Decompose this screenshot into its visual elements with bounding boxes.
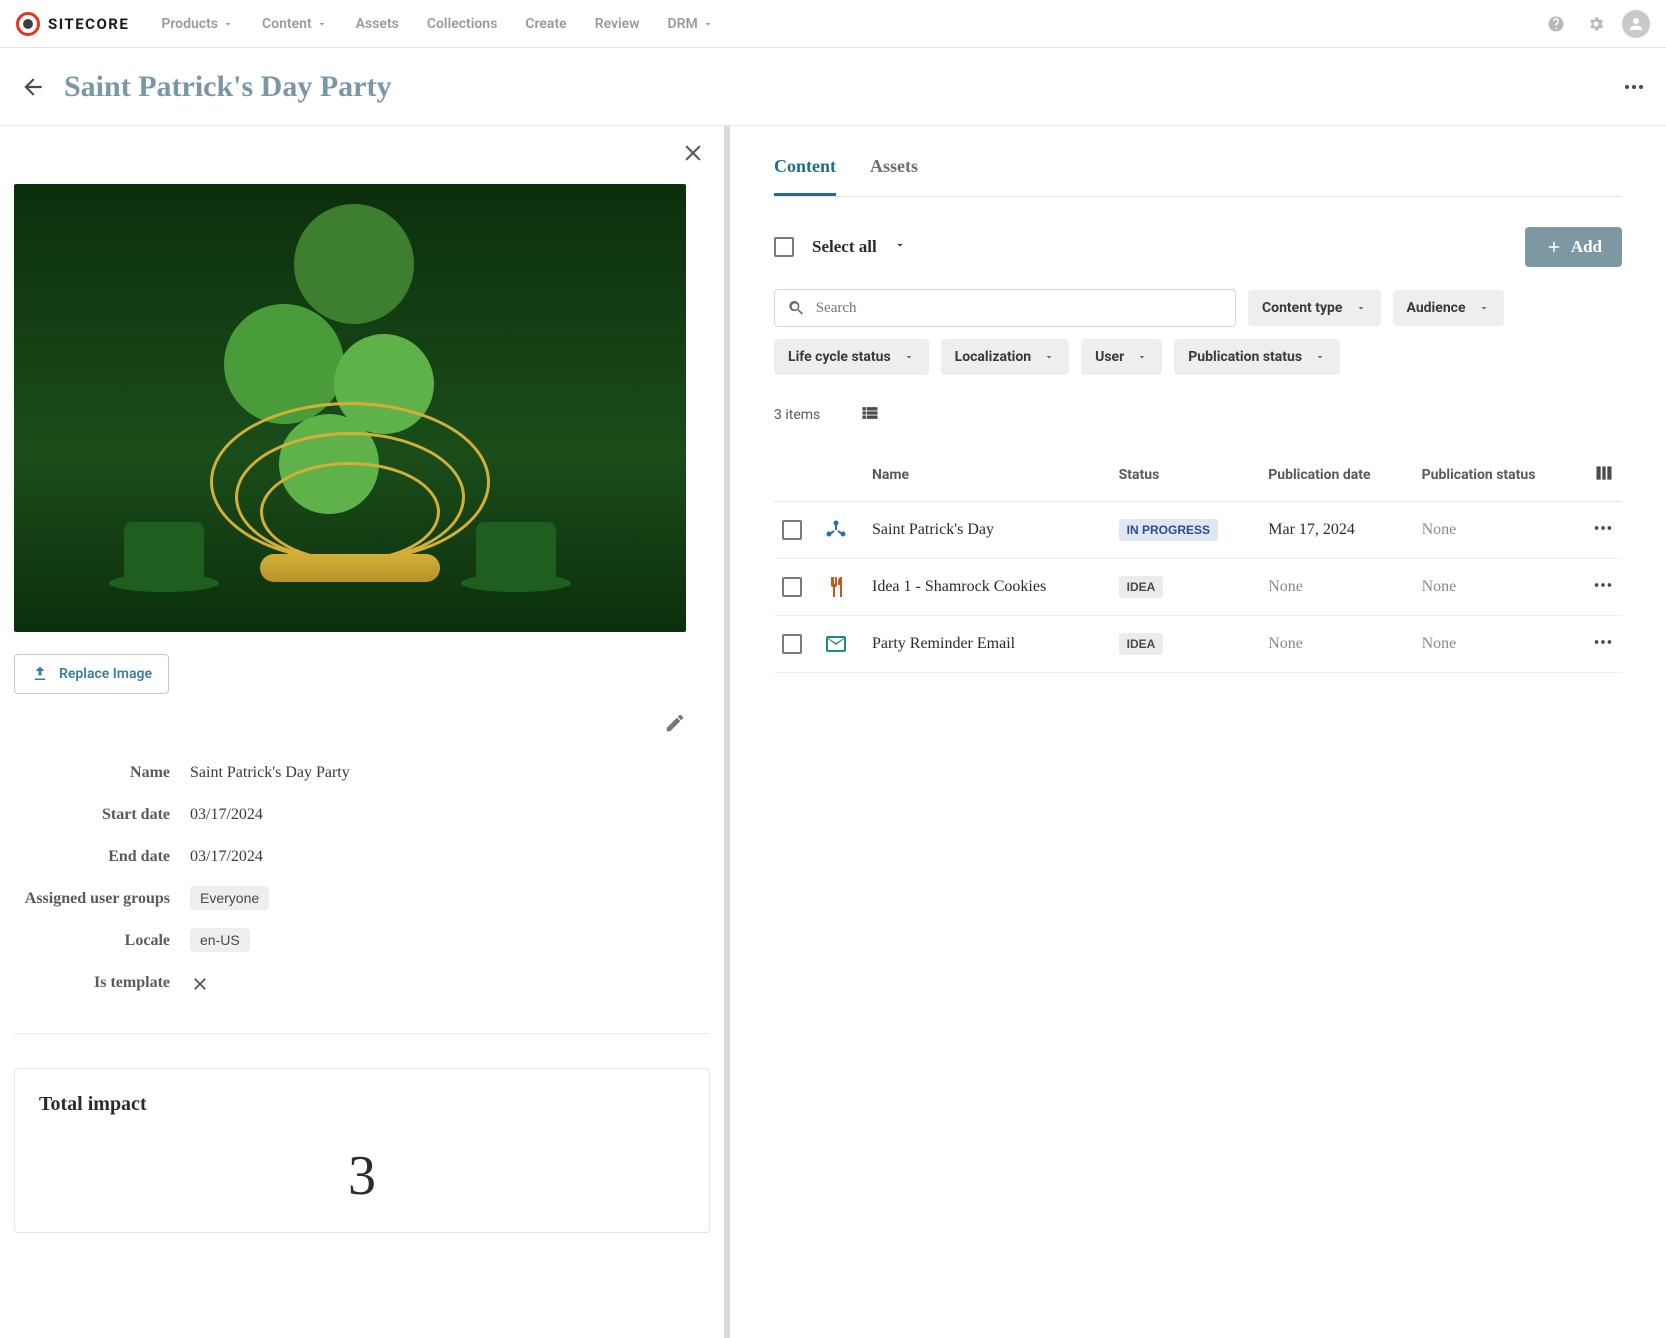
detail-label-end: End date — [14, 848, 190, 866]
row-status-badge: IDEA — [1119, 576, 1164, 598]
col-status: Status — [1111, 449, 1261, 502]
row-checkbox[interactable] — [782, 520, 802, 540]
items-count: 3 items — [774, 407, 820, 423]
impact-value: 3 — [39, 1144, 685, 1208]
close-panel-icon[interactable] — [680, 140, 706, 170]
detail-label-groups: Assigned user groups — [14, 890, 190, 908]
detail-value-start: 03/17/2024 — [190, 806, 263, 824]
filter-audience[interactable]: Audience — [1393, 290, 1504, 326]
col-pubdate: Publication date — [1260, 449, 1413, 502]
row-name: Saint Patrick's Day — [864, 502, 1111, 559]
back-button[interactable] — [20, 74, 46, 100]
row-pubdate: Mar 17, 2024 — [1260, 502, 1413, 559]
detail-value-name: Saint Patrick's Day Party — [190, 764, 350, 782]
details-section: Name Saint Patrick's Day Party Start dat… — [14, 752, 710, 1011]
tab-content[interactable]: Content — [774, 156, 836, 196]
table-row[interactable]: Idea 1 - Shamrock Cookies IDEA NoneNone — [774, 559, 1622, 616]
row-more-button[interactable] — [1592, 640, 1614, 657]
table-row[interactable]: Party Reminder Email IDEA NoneNone — [774, 616, 1622, 673]
row-pubstatus: None — [1414, 616, 1582, 673]
column-settings-icon[interactable] — [1594, 471, 1614, 487]
row-type-icon — [822, 630, 850, 658]
replace-image-label: Replace Image — [59, 666, 152, 682]
row-type-icon — [822, 573, 850, 601]
brand-logo[interactable]: SITECORE — [16, 12, 129, 36]
tab-assets[interactable]: Assets — [870, 156, 918, 196]
nav-link-assets[interactable]: Assets — [356, 16, 399, 32]
detail-value-groups: Everyone — [190, 886, 269, 910]
search-input[interactable] — [816, 300, 1223, 317]
table-row[interactable]: Saint Patrick's Day IN PROGRESS Mar 17, 20… — [774, 502, 1622, 559]
row-pubdate: None — [1260, 616, 1413, 673]
nav-link-collections[interactable]: Collections — [427, 16, 497, 32]
add-button-label: Add — [1571, 237, 1602, 257]
col-pubstatus: Publication status — [1414, 449, 1582, 502]
left-panel: Replace Image Name Saint Patrick's Day P… — [0, 126, 730, 1338]
search-icon — [787, 298, 806, 318]
add-button[interactable]: Add — [1525, 227, 1622, 267]
filter-user[interactable]: User — [1081, 339, 1162, 375]
row-checkbox[interactable] — [782, 577, 802, 597]
sitecore-logo-icon — [16, 12, 40, 36]
page-more-button[interactable] — [1622, 75, 1646, 99]
nav-link-review[interactable]: Review — [595, 16, 640, 32]
filter-content-type[interactable]: Content type — [1248, 290, 1381, 326]
help-icon[interactable] — [1542, 10, 1570, 38]
main-split: Replace Image Name Saint Patrick's Day P… — [0, 126, 1666, 1338]
detail-label-template: Is template — [14, 974, 190, 992]
detail-label-locale: Locale — [14, 932, 190, 950]
row-type-icon — [822, 516, 850, 544]
detail-value-template-false-icon — [190, 974, 210, 999]
filter-localization[interactable]: Localization — [941, 339, 1069, 375]
page-title: Saint Patrick's Day Party — [64, 70, 391, 104]
user-avatar-icon[interactable] — [1622, 10, 1650, 38]
row-pubstatus: None — [1414, 559, 1582, 616]
col-name: Name — [864, 449, 1111, 502]
upload-icon — [31, 665, 49, 683]
nav-link-create[interactable]: Create — [525, 16, 566, 32]
detail-label-name: Name — [14, 764, 190, 782]
filter-publication-status[interactable]: Publication status — [1174, 339, 1340, 375]
nav-link-products[interactable]: Products — [161, 16, 234, 32]
list-view-toggle-icon[interactable] — [860, 403, 880, 427]
row-status-badge: IN PROGRESS — [1119, 519, 1218, 541]
detail-label-start: Start date — [14, 806, 190, 824]
nav-links: Products Content Assets Collections Create… — [161, 16, 713, 32]
right-panel: Content Assets Select all Add Content ty… — [730, 126, 1666, 1338]
search-box[interactable] — [774, 289, 1236, 327]
plus-icon — [1545, 238, 1563, 256]
detail-value-end: 03/17/2024 — [190, 848, 263, 866]
nav-link-drm[interactable]: DRM — [668, 16, 714, 32]
top-nav: SITECORE Products Content Assets Collecti… — [0, 0, 1666, 48]
row-checkbox[interactable] — [782, 634, 802, 654]
edit-pencil-icon[interactable] — [664, 712, 686, 734]
brand-name: SITECORE — [48, 15, 129, 33]
row-status-badge: IDEA — [1119, 633, 1164, 655]
select-all-label: Select all — [812, 237, 877, 257]
content-table: Name Status Publication date Publication… — [774, 449, 1622, 673]
row-more-button[interactable] — [1592, 583, 1614, 600]
replace-image-button[interactable]: Replace Image — [14, 654, 169, 694]
row-pubdate: None — [1260, 559, 1413, 616]
impact-title: Total impact — [39, 1093, 685, 1116]
content-tabs: Content Assets — [774, 156, 1622, 197]
row-name: Idea 1 - Shamrock Cookies — [864, 559, 1111, 616]
hero-image — [14, 184, 686, 632]
row-name: Party Reminder Email — [864, 616, 1111, 673]
title-bar: Saint Patrick's Day Party — [0, 48, 1666, 126]
total-impact-card: Total impact 3 — [14, 1068, 710, 1233]
detail-value-locale: en-US — [190, 928, 250, 952]
row-more-button[interactable] — [1592, 526, 1614, 543]
filter-life-cycle-status[interactable]: Life cycle status — [774, 339, 929, 375]
nav-link-content[interactable]: Content — [262, 16, 328, 32]
row-pubstatus: None — [1414, 502, 1582, 559]
select-all-dropdown-icon[interactable] — [893, 238, 907, 256]
filters-row: Content type Audience — [774, 289, 1622, 327]
settings-gear-icon[interactable] — [1582, 10, 1610, 38]
select-all-checkbox[interactable] — [774, 237, 794, 257]
